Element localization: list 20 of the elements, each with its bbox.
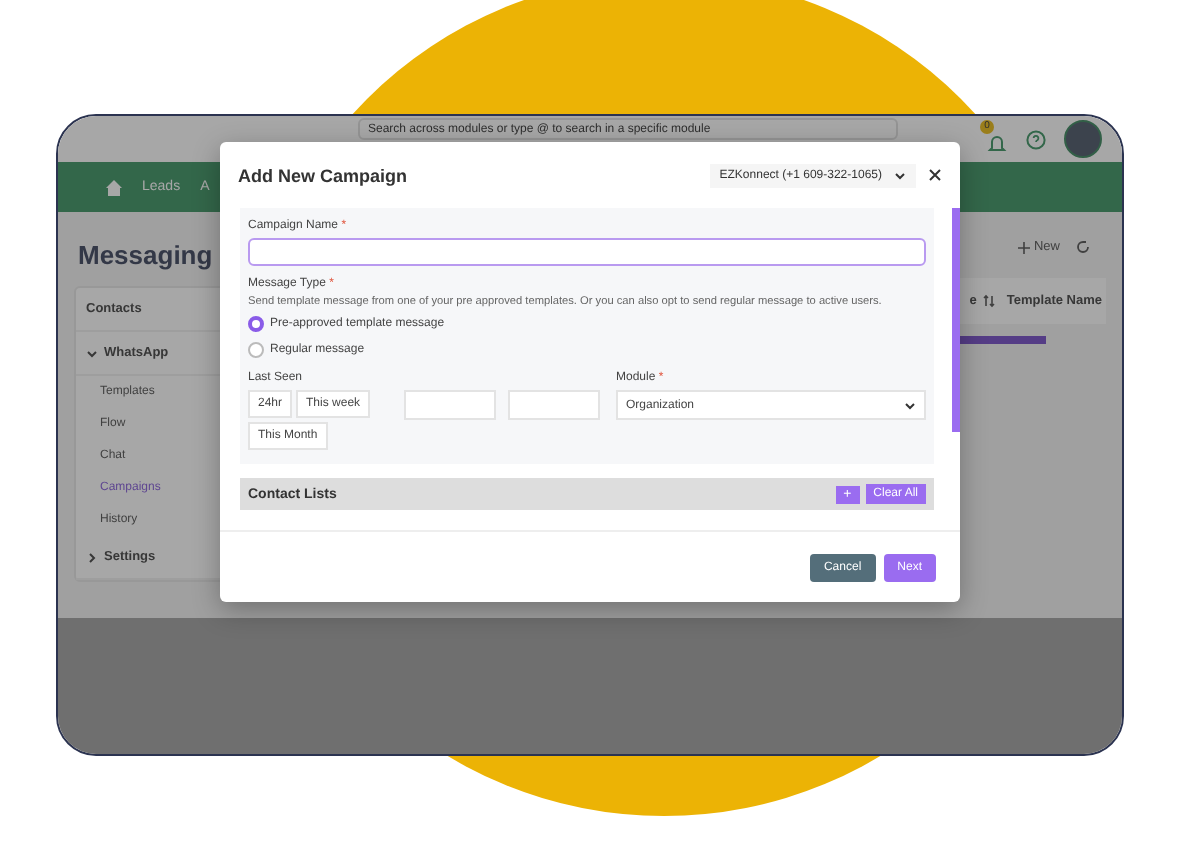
sort-icon[interactable] [982, 294, 997, 308]
date-field[interactable] [404, 390, 496, 420]
page-title: Messaging [78, 240, 215, 270]
scrollbar[interactable] [952, 208, 960, 432]
bell-icon[interactable] [986, 132, 1008, 154]
dialog-title: Add New Campaign [238, 165, 408, 185]
avatar[interactable] [1064, 120, 1102, 158]
refresh-icon[interactable] [1076, 240, 1090, 254]
home-icon[interactable] [106, 179, 122, 195]
chevron-icon [894, 169, 906, 181]
close-button[interactable] [928, 168, 942, 182]
chevron-icon [904, 399, 916, 411]
chevron-icon [86, 347, 98, 359]
chevron-icon [86, 551, 98, 563]
help-icon[interactable] [1026, 129, 1046, 149]
date-field[interactable] [508, 390, 600, 420]
radio-button[interactable] [248, 342, 264, 358]
plus-icon [1017, 241, 1030, 253]
radio-button[interactable] [248, 316, 264, 332]
campaign-name-field[interactable] [248, 238, 926, 266]
